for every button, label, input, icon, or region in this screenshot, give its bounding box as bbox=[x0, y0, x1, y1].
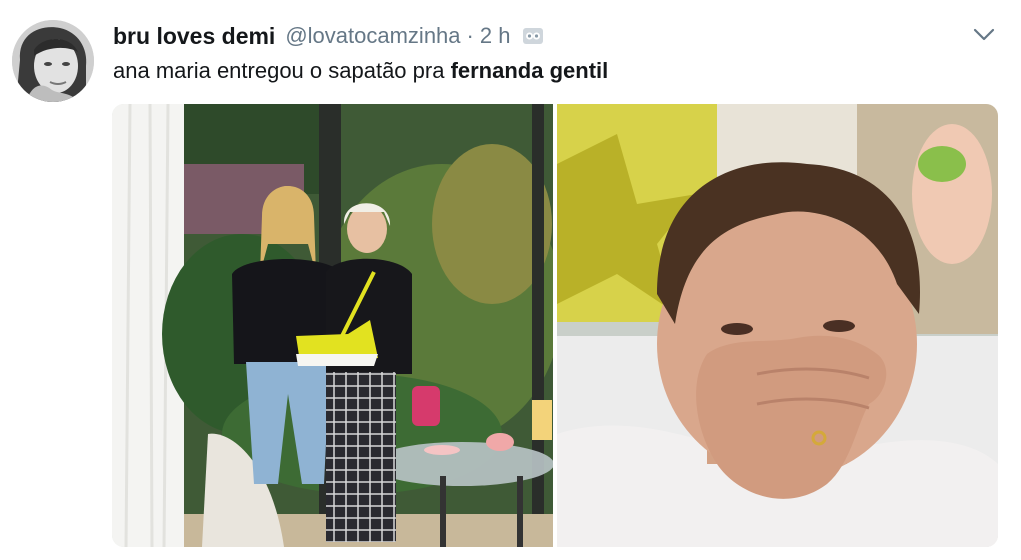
tweet-text-prefix: ana maria entregou o sapatão pra bbox=[113, 58, 451, 83]
media-photo-left[interactable] bbox=[112, 104, 553, 547]
user-handle[interactable]: @lovatocamzinha bbox=[285, 23, 460, 49]
tweet: bru loves demi @lovatocamzinha · 2 h ana… bbox=[0, 0, 1021, 560]
tweet-text-mention[interactable]: fernanda gentil bbox=[451, 58, 609, 83]
display-name[interactable]: bru loves demi bbox=[113, 23, 275, 50]
chevron-down-icon[interactable] bbox=[972, 26, 996, 44]
tweet-header: bru loves demi @lovatocamzinha · 2 h bbox=[113, 22, 544, 50]
tweet-media bbox=[112, 104, 998, 547]
separator-dot: · bbox=[466, 23, 474, 48]
tweet-text: ana maria entregou o sapatão pra fernand… bbox=[113, 58, 608, 84]
timestamp[interactable]: 2 h bbox=[480, 23, 511, 49]
media-photo-right[interactable] bbox=[557, 104, 998, 547]
app-badge-icon bbox=[522, 25, 544, 47]
user-avatar[interactable] bbox=[12, 20, 94, 102]
